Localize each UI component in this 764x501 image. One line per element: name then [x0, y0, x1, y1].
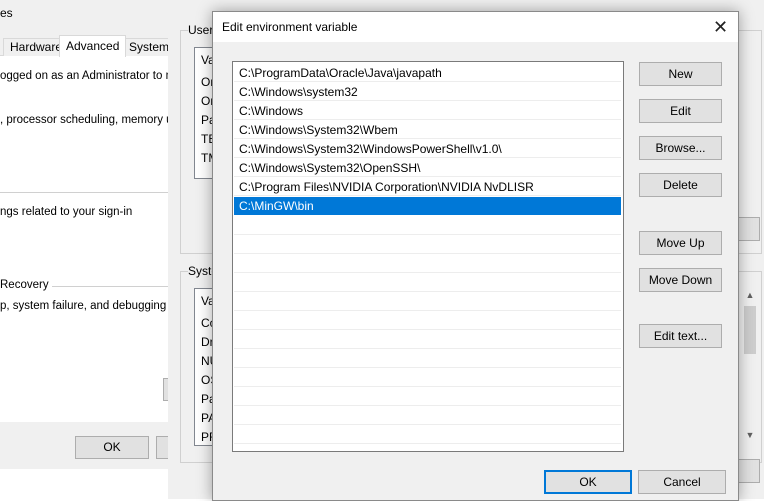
performance-description: , processor scheduling, memory usa [0, 114, 169, 126]
user-delete-button[interactable] [736, 217, 760, 241]
startup-recovery-description: p, system failure, and debugging inf [0, 300, 169, 312]
path-entry-selected[interactable]: C:\MinGW\bin [234, 197, 621, 215]
delete-button[interactable]: Delete [639, 173, 722, 197]
path-entry[interactable]: C:\Program Files\NVIDIA Corporation\NVID… [234, 178, 621, 196]
tab-advanced[interactable]: Advanced [59, 35, 127, 57]
empty-row[interactable] [234, 235, 621, 254]
ok-button[interactable]: OK [75, 436, 149, 459]
path-entry[interactable]: C:\Windows\system32 [234, 83, 621, 101]
system-list-scrollbar[interactable]: ▲ ▼ [742, 288, 758, 444]
path-entry[interactable]: C:\Windows [234, 102, 621, 120]
environment-variables-ok-button[interactable] [736, 459, 760, 483]
empty-row[interactable] [234, 292, 621, 311]
edit-text-button[interactable]: Edit text... [639, 324, 722, 348]
advanced-tab-panel [0, 56, 168, 422]
dialog-titlebar: Edit environment variable ✕ [213, 12, 738, 42]
empty-row[interactable] [234, 349, 621, 368]
group-divider [0, 192, 168, 193]
browse-button[interactable]: Browse... [639, 136, 722, 160]
empty-row[interactable] [234, 216, 621, 235]
scroll-up-arrow-icon[interactable]: ▲ [742, 288, 758, 302]
empty-row[interactable] [234, 368, 621, 387]
path-entry[interactable]: C:\Windows\System32\WindowsPowerShell\v1… [234, 140, 621, 158]
scroll-thumb[interactable] [744, 306, 756, 354]
move-up-button[interactable]: Move Up [639, 231, 722, 255]
close-icon[interactable]: ✕ [703, 12, 738, 42]
empty-row[interactable] [234, 330, 621, 349]
path-entry[interactable]: C:\ProgramData\Oracle\Java\javapath [234, 64, 621, 82]
empty-row[interactable] [234, 406, 621, 425]
path-entry[interactable]: C:\Windows\System32\OpenSSH\ [234, 159, 621, 177]
empty-row[interactable] [234, 311, 621, 330]
path-entries-list[interactable]: C:\ProgramData\Oracle\Java\javapath C:\W… [232, 61, 624, 452]
cancel-button[interactable]: Cancel [638, 470, 726, 494]
window-title-fragment: es [0, 6, 13, 20]
path-entry[interactable]: C:\Windows\System32\Wbem [234, 121, 621, 139]
user-profiles-description: ngs related to your sign-in [0, 206, 133, 218]
admin-note: ogged on as an Administrator to mak [0, 70, 169, 82]
new-button[interactable]: New [639, 62, 722, 86]
tab-system-protection[interactable]: System P [122, 38, 168, 56]
empty-row[interactable] [234, 425, 621, 444]
scroll-down-arrow-icon[interactable]: ▼ [742, 428, 758, 442]
edit-environment-variable-dialog: Edit environment variable ✕ C:\ProgramDa… [212, 11, 739, 501]
empty-row[interactable] [234, 273, 621, 292]
empty-row[interactable] [234, 387, 621, 406]
startup-recovery-group-label: Recovery [0, 279, 52, 291]
edit-button[interactable]: Edit [639, 99, 722, 123]
system-properties-window: es Hardware Advanced System P ogged on a… [0, 0, 169, 469]
dialog-title: Edit environment variable [222, 20, 358, 34]
move-down-button[interactable]: Move Down [639, 268, 722, 292]
empty-row[interactable] [234, 254, 621, 273]
ok-button[interactable]: OK [544, 470, 632, 494]
